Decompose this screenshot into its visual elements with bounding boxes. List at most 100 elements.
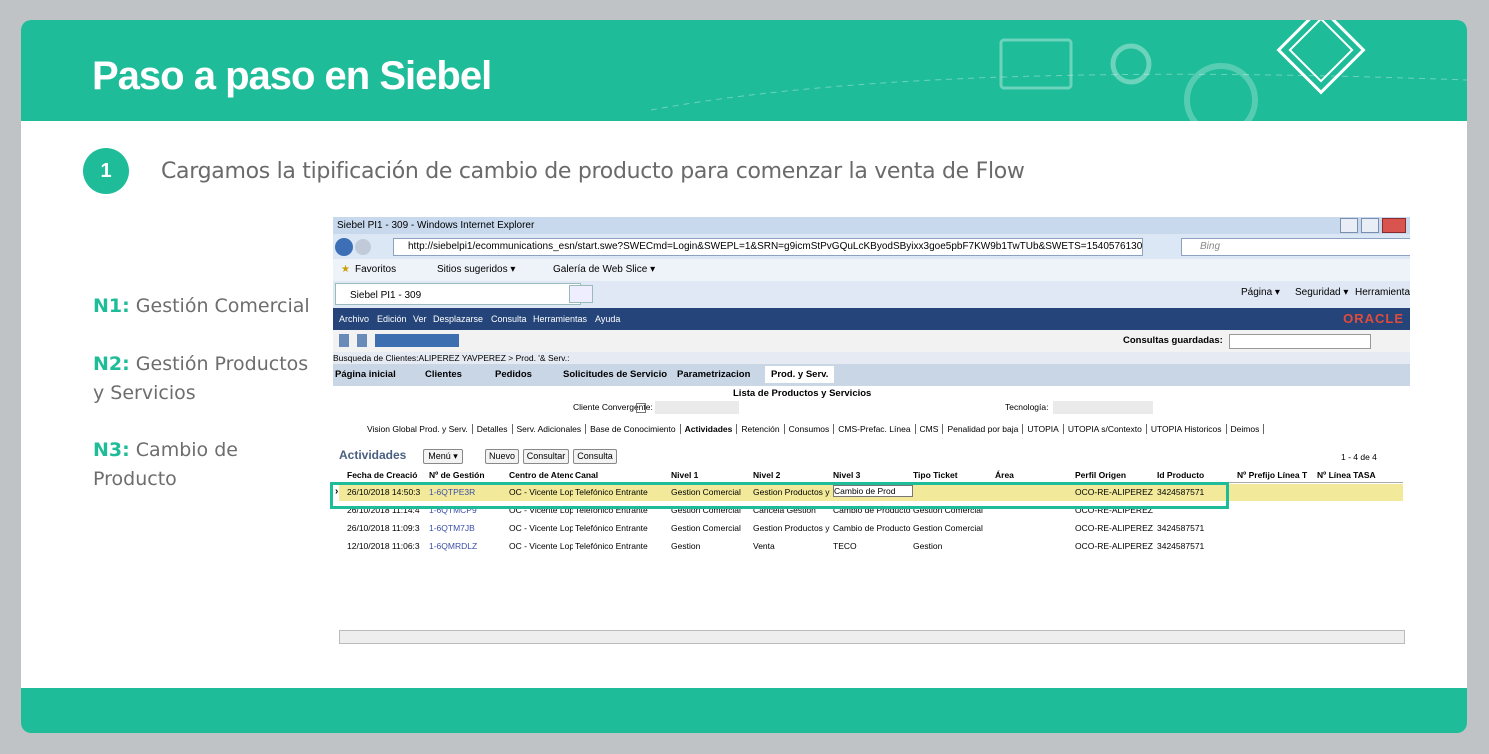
table-cell: 3424587571 bbox=[1157, 523, 1205, 533]
menu-help[interactable]: Ayuda bbox=[595, 308, 620, 330]
view-tab[interactable]: Retención bbox=[737, 424, 785, 434]
new-button[interactable]: Nuevo bbox=[485, 449, 519, 464]
gear-icon bbox=[1110, 43, 1152, 85]
favorites-button[interactable]: Favoritos bbox=[355, 259, 396, 281]
oracle-logo: ORACLE bbox=[1343, 311, 1404, 326]
column-header[interactable]: Área bbox=[995, 470, 1073, 480]
address-input[interactable]: http://siebelpi1/ecommunications_esn/sta… bbox=[393, 238, 1143, 256]
menu-navigate[interactable]: Desplazarse bbox=[433, 308, 483, 330]
horizontal-scrollbar[interactable] bbox=[339, 630, 1405, 644]
column-header[interactable]: Nivel 3 bbox=[833, 470, 911, 480]
gestion-link[interactable]: 1-6QMRDLZ bbox=[429, 541, 507, 551]
browser-tab[interactable]: Siebel PI1 - 309 bbox=[335, 283, 581, 305]
suggested-sites-link[interactable]: Sitios sugeridos ▾ bbox=[437, 259, 515, 281]
view-tab[interactable]: Deimos bbox=[1227, 424, 1265, 434]
table-cell: 12/10/2018 11:06:3 bbox=[347, 541, 420, 551]
table-cell: Gestion bbox=[671, 541, 701, 551]
convergent-field[interactable] bbox=[655, 401, 739, 414]
level-value: Gestión Comercial bbox=[135, 295, 310, 317]
window-title: Siebel PI1 - 309 - Windows Internet Expl… bbox=[337, 220, 535, 231]
header-bar: Paso a paso en Siebel bbox=[21, 20, 1467, 121]
page-title: Paso a paso en Siebel bbox=[92, 54, 492, 98]
view-tab[interactable]: Vision Global Prod. y Serv. bbox=[363, 424, 473, 434]
table-row[interactable]: 26/10/2018 11:09:3 1-6QTM7JB OC - Vicente … bbox=[339, 520, 1403, 537]
table-cell: OC - Vicente Lopez bbox=[509, 541, 573, 551]
table-cell: OC - Vicente Lopez bbox=[509, 523, 573, 533]
table-cell: TECO bbox=[833, 541, 857, 551]
minimize-icon[interactable] bbox=[1340, 218, 1359, 233]
view-tab[interactable]: Penalidad por baja bbox=[943, 424, 1024, 434]
menu-view[interactable]: Ver bbox=[413, 308, 427, 330]
siebel-content: Lista de Productos y Servicios Cliente C… bbox=[333, 386, 1410, 645]
menu-button[interactable]: Menú ▾ bbox=[423, 449, 463, 464]
tool-page[interactable]: Página ▾ bbox=[1241, 281, 1280, 305]
saved-queries-select[interactable] bbox=[1229, 334, 1371, 349]
maximize-icon[interactable] bbox=[1361, 218, 1380, 233]
view-tab[interactable]: Detalles bbox=[473, 424, 513, 434]
column-header[interactable]: Nº Línea TASA bbox=[1317, 470, 1401, 480]
convergent-checkbox[interactable] bbox=[636, 403, 646, 413]
tab-orders[interactable]: Pedidos bbox=[495, 369, 532, 380]
view-tabs: Vision Global Prod. y Serv. Detalles Serv.… bbox=[363, 424, 1265, 438]
address-bar-row: http://siebelpi1/ecommunications_esn/sta… bbox=[333, 234, 1410, 259]
toolbar-icons[interactable] bbox=[339, 334, 459, 347]
back-icon[interactable] bbox=[335, 238, 353, 256]
column-header[interactable]: Fecha de Creació bbox=[347, 470, 427, 480]
menu-tools[interactable]: Herramientas bbox=[533, 308, 587, 330]
table-cell: 3424587571 bbox=[1157, 541, 1205, 551]
tab-parametrization[interactable]: Parametrizacion bbox=[677, 369, 750, 380]
view-tab[interactable]: CMS bbox=[916, 424, 944, 434]
query-button[interactable]: Consultar bbox=[523, 449, 569, 464]
step-number-badge: 1 bbox=[83, 148, 129, 194]
view-tab[interactable]: Base de Conocimiento bbox=[586, 424, 681, 434]
technology-field[interactable] bbox=[1053, 401, 1153, 414]
menu-query[interactable]: Consulta bbox=[491, 308, 527, 330]
view-tab[interactable]: Serv. Adicionales bbox=[513, 424, 587, 434]
step-description: Cargamos la tipificación de cambio de pr… bbox=[161, 159, 1025, 184]
tab-home[interactable]: Página inicial bbox=[335, 369, 396, 380]
level-2: N2: Gestión Productos y Servicios bbox=[93, 350, 323, 408]
favorites-bar: ★ Favoritos Sitios sugeridos ▾ Galería d… bbox=[333, 259, 1410, 281]
view-tab[interactable]: CMS-Prefac. Línea bbox=[834, 424, 916, 434]
header-decoration bbox=[650, 20, 1467, 121]
gestion-link[interactable]: 1-6QTM7JB bbox=[429, 523, 507, 533]
column-header[interactable]: Centro de Atenci bbox=[509, 470, 573, 480]
level-3: N3: Cambio de Producto bbox=[93, 436, 323, 494]
query-alt-button[interactable]: Consulta bbox=[573, 449, 617, 464]
column-header[interactable]: Id Producto bbox=[1157, 470, 1235, 480]
column-header[interactable]: Perfil Origen bbox=[1075, 470, 1155, 480]
close-icon[interactable] bbox=[1382, 218, 1406, 233]
view-tab[interactable]: Consumos bbox=[785, 424, 835, 434]
tool-security[interactable]: Seguridad ▾ bbox=[1295, 281, 1348, 305]
view-tab[interactable]: UTOPIA s/Contexto bbox=[1064, 424, 1147, 434]
column-header[interactable]: Tipo Ticket bbox=[913, 470, 993, 480]
window-title-bar: Siebel PI1 - 309 - Windows Internet Expl… bbox=[333, 217, 1410, 234]
table-cell: Gestion Comercial bbox=[671, 523, 741, 533]
table-cell: Gestion Productos y bbox=[753, 523, 830, 533]
table-row[interactable]: 12/10/2018 11:06:3 1-6QMRDLZ OC - Vicente … bbox=[339, 538, 1403, 555]
column-header[interactable]: Nº de Gestión bbox=[429, 470, 507, 480]
table-cell: OCO-RE-ALIPEREZ \ bbox=[1075, 523, 1155, 533]
menu-file[interactable]: Archivo bbox=[339, 308, 369, 330]
tab-service-requests[interactable]: Solicitudes de Servicio bbox=[563, 369, 667, 380]
star-icon: ★ bbox=[341, 264, 350, 275]
forward-icon[interactable] bbox=[355, 239, 371, 255]
new-tab-button[interactable] bbox=[569, 285, 593, 303]
level-1: N1: Gestión Comercial bbox=[93, 292, 323, 321]
browser-tab-row: Siebel PI1 - 309 Página ▾ Seguridad ▾ He… bbox=[333, 281, 1410, 322]
technology-label: Tecnología: bbox=[1005, 402, 1049, 412]
tab-clients[interactable]: Clientes bbox=[425, 369, 462, 380]
column-header[interactable]: Nº Prefijo Línea T bbox=[1237, 470, 1315, 480]
level-key: N1: bbox=[93, 295, 130, 317]
column-header[interactable]: Nivel 2 bbox=[753, 470, 831, 480]
tab-products-services[interactable]: Prod. y Serv. bbox=[765, 366, 835, 383]
column-header[interactable]: Nivel 1 bbox=[671, 470, 751, 480]
view-tab[interactable]: UTOPIA bbox=[1023, 424, 1064, 434]
menu-edit[interactable]: Edición bbox=[377, 308, 407, 330]
view-tab[interactable]: Actividades bbox=[681, 424, 738, 434]
view-tab[interactable]: UTOPIA Historicos bbox=[1147, 424, 1227, 434]
search-input[interactable]: Bing bbox=[1181, 238, 1410, 256]
column-header[interactable]: Canal bbox=[575, 470, 669, 480]
saved-queries-label: Consultas guardadas: bbox=[1123, 335, 1223, 346]
web-slice-link[interactable]: Galería de Web Slice ▾ bbox=[553, 259, 655, 281]
